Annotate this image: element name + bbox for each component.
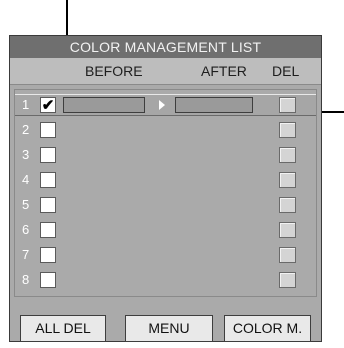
delete-checkbox[interactable] bbox=[279, 197, 296, 213]
list-row-6[interactable]: 6 bbox=[15, 219, 316, 241]
row-number: 7 bbox=[22, 247, 30, 262]
column-after-label: AFTER bbox=[201, 63, 247, 79]
row-number: 5 bbox=[22, 197, 30, 212]
delete-checkbox[interactable] bbox=[279, 172, 296, 188]
row-highlight bbox=[15, 94, 316, 116]
delete-checkbox[interactable] bbox=[279, 122, 296, 138]
row-checkbox[interactable] bbox=[40, 247, 56, 263]
row-number: 3 bbox=[22, 147, 30, 162]
delete-checkbox[interactable] bbox=[279, 222, 296, 238]
row-checkbox[interactable] bbox=[40, 147, 56, 163]
row-checkbox[interactable] bbox=[40, 197, 56, 213]
all-del-button[interactable]: ALL DEL bbox=[20, 315, 106, 342]
panel-title: COLOR MANAGEMENT LIST bbox=[10, 36, 321, 58]
row-number: 1 bbox=[22, 97, 30, 112]
row-number: 4 bbox=[22, 172, 30, 187]
row-checkbox[interactable] bbox=[40, 222, 56, 238]
row-checkbox[interactable] bbox=[40, 172, 56, 188]
color-list: 1 ✔ 2 3 4 5 6 7 8 bbox=[14, 89, 317, 297]
column-del-label: DEL bbox=[272, 63, 300, 79]
list-row-1[interactable]: 1 ✔ bbox=[15, 94, 316, 116]
after-color-field[interactable] bbox=[175, 97, 253, 113]
delete-checkbox[interactable] bbox=[279, 97, 296, 113]
row-number: 2 bbox=[22, 122, 30, 137]
delete-checkbox[interactable] bbox=[279, 272, 296, 288]
row-checkbox[interactable]: ✔ bbox=[40, 97, 56, 113]
arrow-right-icon bbox=[159, 100, 165, 110]
color-management-panel: COLOR MANAGEMENT LIST BEFORE AFTER DEL 1… bbox=[9, 35, 322, 342]
delete-checkbox[interactable] bbox=[279, 147, 296, 163]
list-row-3[interactable]: 3 bbox=[15, 144, 316, 166]
delete-checkbox[interactable] bbox=[279, 247, 296, 263]
before-color-field[interactable] bbox=[63, 97, 145, 113]
list-row-8[interactable]: 8 bbox=[15, 269, 316, 291]
list-row-5[interactable]: 5 bbox=[15, 194, 316, 216]
list-row-2[interactable]: 2 bbox=[15, 119, 316, 141]
row-number: 6 bbox=[22, 222, 30, 237]
row-checkbox[interactable] bbox=[40, 122, 56, 138]
column-header: BEFORE AFTER DEL bbox=[10, 58, 321, 85]
row-number: 8 bbox=[22, 272, 30, 287]
list-row-4[interactable]: 4 bbox=[15, 169, 316, 191]
row-checkbox[interactable] bbox=[40, 272, 56, 288]
menu-button[interactable]: MENU bbox=[125, 315, 213, 342]
color-m-button[interactable]: COLOR M. bbox=[224, 315, 311, 342]
list-row-7[interactable]: 7 bbox=[15, 244, 316, 266]
column-before-label: BEFORE bbox=[85, 63, 143, 79]
